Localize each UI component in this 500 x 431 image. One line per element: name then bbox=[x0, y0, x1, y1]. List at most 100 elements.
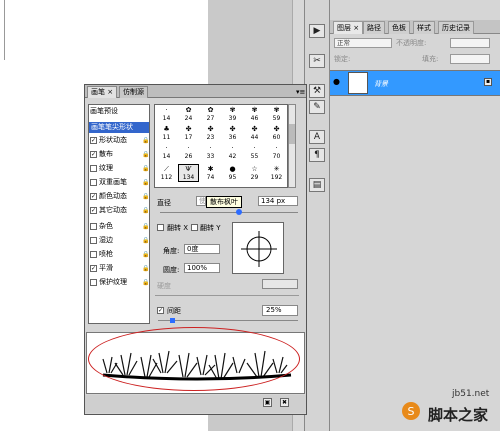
panel-icon[interactable]: ▤ bbox=[309, 178, 325, 192]
brush-cell[interactable]: ♣ 11 bbox=[157, 125, 176, 141]
brush-cell[interactable]: · 14 bbox=[157, 144, 176, 160]
delete-icon[interactable]: ✖ bbox=[280, 398, 289, 407]
tab-swatches[interactable]: 色板 bbox=[388, 21, 410, 34]
clone-icon[interactable]: ⚒ bbox=[309, 84, 325, 98]
option-label: 画笔笔尖形状 bbox=[91, 123, 133, 131]
panel-menu-icon[interactable]: ▾≡ bbox=[296, 88, 305, 96]
option-noise[interactable]: 杂色 🔒 bbox=[89, 221, 149, 232]
checkbox[interactable] bbox=[90, 251, 97, 258]
grid-scroll-thumb[interactable] bbox=[289, 124, 295, 144]
option-wet-edges[interactable]: 湿边 🔒 bbox=[89, 235, 149, 246]
use-sample-size-button[interactable]: 使 bbox=[196, 196, 206, 206]
lock-icon[interactable]: 🔒 bbox=[142, 137, 149, 144]
checkbox[interactable]: ✓ bbox=[90, 207, 97, 214]
lock-icon[interactable]: 🔒 bbox=[142, 265, 149, 272]
tools-icon[interactable]: ✂ bbox=[309, 54, 325, 68]
tab-history[interactable]: 历史记录 bbox=[438, 21, 474, 34]
brush-cell[interactable]: · 70 bbox=[267, 144, 286, 160]
brush-cell[interactable]: ✱ 74 bbox=[201, 165, 220, 181]
eye-icon[interactable]: ● bbox=[333, 78, 343, 86]
brush-cell[interactable]: ✾ 59 bbox=[267, 106, 286, 122]
brush-cell[interactable]: · 33 bbox=[201, 144, 220, 160]
option-airbrush[interactable]: 喷枪 🔒 bbox=[89, 249, 149, 260]
blend-mode-select[interactable]: 正常 bbox=[334, 38, 392, 48]
flip-y-checkbox[interactable] bbox=[191, 224, 198, 231]
option-shape-dynamics[interactable]: ✓ 形状动态 🔒 bbox=[89, 135, 149, 146]
brush-cell[interactable]: ⟋ 112 bbox=[157, 165, 176, 181]
option-texture[interactable]: 纹理 🔒 bbox=[89, 163, 149, 174]
lock-icon[interactable]: 🔒 bbox=[142, 165, 149, 172]
grid-scrollbar[interactable] bbox=[288, 104, 296, 188]
flip-x-checkbox[interactable] bbox=[157, 224, 164, 231]
checkbox[interactable] bbox=[90, 179, 97, 186]
brush-cell[interactable]: ✳ 192 bbox=[267, 165, 286, 181]
angle-input[interactable]: 0度 bbox=[184, 244, 220, 254]
brush-cell[interactable]: ✿ 27 bbox=[201, 106, 220, 122]
brush-cell[interactable]: ✾ 46 bbox=[245, 106, 264, 122]
lock-icon[interactable]: 🔒 bbox=[142, 193, 149, 200]
tab-layers[interactable]: 图层 × bbox=[333, 21, 364, 34]
lock-icon[interactable]: 🔒 bbox=[142, 223, 149, 230]
lock-icon[interactable]: 🔒 bbox=[142, 151, 149, 158]
fill-field[interactable] bbox=[450, 54, 490, 64]
brush-cell[interactable]: ✤ 23 bbox=[201, 125, 220, 141]
brush-cell-selected[interactable]: Ѱ 134 bbox=[178, 164, 199, 182]
diameter-slider-track[interactable] bbox=[160, 212, 298, 213]
checkbox[interactable]: ✓ bbox=[90, 137, 97, 144]
brush-cell[interactable]: · 14 bbox=[157, 106, 176, 122]
lock-icon[interactable]: 🔒 bbox=[142, 279, 149, 286]
option-label: 平滑 bbox=[99, 264, 113, 272]
checkbox[interactable]: ✓ bbox=[90, 265, 97, 272]
new-preset-icon[interactable]: ▣ bbox=[263, 398, 272, 407]
option-color-dynamics[interactable]: ✓ 颜色动态 🔒 bbox=[89, 191, 149, 202]
option-brush-tip-shape[interactable]: 画笔笔尖形状 bbox=[89, 122, 149, 133]
brush-cell[interactable]: ✾ 39 bbox=[223, 106, 242, 122]
roundness-input[interactable]: 100% bbox=[184, 263, 220, 273]
brush-cell[interactable]: ✤ 17 bbox=[179, 125, 198, 141]
lock-icon[interactable]: 🔒 bbox=[142, 251, 149, 258]
option-protect-texture[interactable]: 保护纹理 🔒 bbox=[89, 277, 149, 288]
paragraph-icon[interactable]: ¶ bbox=[309, 148, 325, 162]
layers-lock-row: 锁定: 填充: bbox=[330, 52, 500, 66]
checkbox[interactable] bbox=[90, 165, 97, 172]
checkbox[interactable]: ✓ bbox=[90, 151, 97, 158]
option-other-dynamics[interactable]: ✓ 其它动态 🔒 bbox=[89, 205, 149, 216]
diameter-slider-knob[interactable] bbox=[236, 209, 242, 215]
checkbox[interactable] bbox=[90, 223, 97, 230]
tab-clone-source[interactable]: 仿制源 bbox=[119, 86, 148, 98]
lock-icon[interactable]: 🔒 bbox=[142, 237, 149, 244]
brush-icon[interactable]: ✎ bbox=[309, 100, 325, 114]
tab-paths[interactable]: 路径 bbox=[363, 21, 385, 34]
option-label: 形状动态 bbox=[99, 136, 127, 144]
spacing-checkbox[interactable]: ✓ bbox=[157, 307, 164, 314]
brush-cell[interactable]: ✤ 60 bbox=[267, 125, 286, 141]
play-icon[interactable]: ▶ bbox=[309, 24, 325, 38]
checkbox[interactable] bbox=[90, 279, 97, 286]
checkbox[interactable]: ✓ bbox=[90, 193, 97, 200]
spacing-input[interactable]: 25% bbox=[262, 305, 298, 316]
lock-icon[interactable]: 🔒 bbox=[142, 179, 149, 186]
type-icon[interactable]: A bbox=[309, 130, 325, 144]
angle-roundness-widget[interactable] bbox=[232, 222, 284, 274]
lock-icon[interactable]: 🔒 bbox=[142, 207, 149, 214]
tab-styles[interactable]: 样式 bbox=[413, 21, 435, 34]
tab-brush[interactable]: 画笔 × bbox=[87, 86, 118, 98]
opacity-field[interactable] bbox=[450, 38, 490, 48]
brush-cell[interactable]: ☆ 29 bbox=[245, 165, 264, 181]
option-dual-brush[interactable]: 双重画笔 🔒 bbox=[89, 177, 149, 188]
brush-cell[interactable]: ● 95 bbox=[223, 165, 242, 181]
spacing-slider-track[interactable] bbox=[158, 320, 298, 321]
option-smoothing[interactable]: ✓ 平滑 🔒 bbox=[89, 263, 149, 274]
brush-cell[interactable]: ✿ 24 bbox=[179, 106, 198, 122]
option-scattering[interactable]: ✓ 散布 🔒 bbox=[89, 149, 149, 160]
brush-cell[interactable]: · 26 bbox=[179, 144, 198, 160]
brush-cell[interactable]: ✤ 44 bbox=[245, 125, 264, 141]
brush-cell[interactable]: · 55 bbox=[245, 144, 264, 160]
checkbox[interactable] bbox=[90, 237, 97, 244]
brush-cell[interactable]: · 42 bbox=[223, 144, 242, 160]
diameter-input[interactable]: 134 px bbox=[258, 196, 298, 206]
spacing-slider-knob[interactable] bbox=[170, 318, 175, 323]
brush-presets-title[interactable]: 画笔预设 bbox=[90, 106, 118, 116]
brush-cell[interactable]: ✤ 36 bbox=[223, 125, 242, 141]
option-label: 杂色 bbox=[99, 222, 113, 230]
